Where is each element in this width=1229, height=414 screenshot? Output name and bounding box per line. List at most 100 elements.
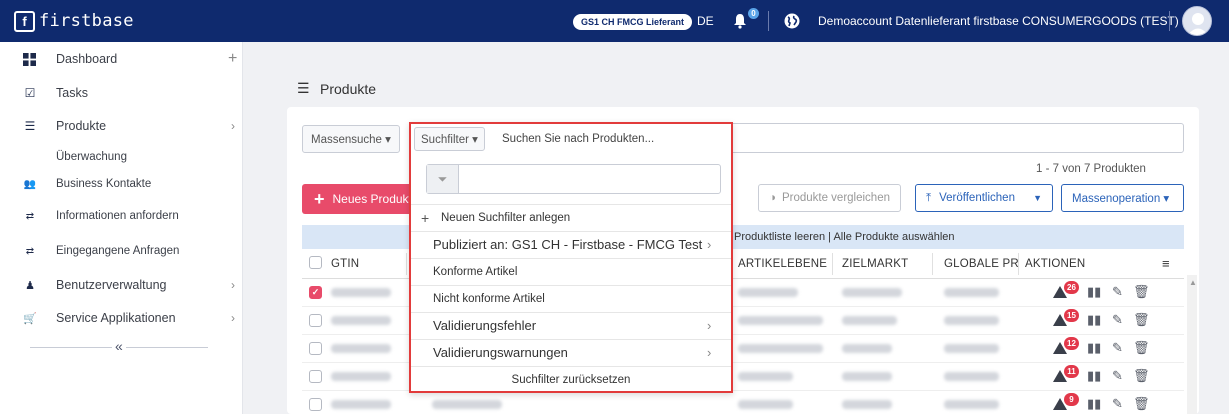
- trash-icon[interactable]: 🗑: [1133, 340, 1150, 356]
- firstbase-logo[interactable]: f firstbase: [14, 10, 134, 32]
- sidebar-item-label: Business Kontakte: [56, 178, 152, 190]
- sidebar-item-label: Tasks: [56, 86, 88, 100]
- sidebar-item-dashboard[interactable]: Dashboard +: [0, 46, 243, 72]
- publish-icon: ⤒: [926, 191, 932, 204]
- role-badge[interactable]: GS1 CH FMCG Lieferant: [573, 14, 693, 30]
- filter-option[interactable]: Publiziert an: GS1 CH - Firstbase - FMCG…: [411, 231, 731, 257]
- sidebar-item-business-kontakte[interactable]: 👥 Business Kontakte: [0, 171, 243, 197]
- redacted-cell: [944, 288, 999, 297]
- new-filter-item[interactable]: + Neuen Suchfilter anlegen: [411, 204, 731, 230]
- sidebar: Dashboard + ☑ Tasks ☰ Produkte › Überwac…: [0, 42, 243, 414]
- publish-label: Veröffentlichen: [939, 192, 1015, 204]
- plus-icon[interactable]: +: [228, 50, 237, 68]
- redacted-cell: [842, 372, 892, 381]
- bulk-actions[interactable]: Produktliste leeren | Alle Produkte ausw…: [734, 231, 955, 243]
- select-all-checkbox[interactable]: [309, 256, 322, 269]
- search-filter-button[interactable]: Suchfilter ▾: [414, 127, 485, 151]
- chevron-right-icon: ›: [707, 237, 712, 252]
- mass-operation-button[interactable]: Massenoperation ▾: [1061, 184, 1184, 212]
- page-title: Produkte: [320, 80, 377, 97]
- chevron-right-icon: ›: [707, 345, 712, 360]
- row-actions: 9 ▮▮ ✎ 🗑: [1047, 393, 1157, 414]
- list-icon: ☰: [297, 80, 310, 96]
- language-switcher[interactable]: DE: [697, 14, 714, 28]
- row-checkbox[interactable]: [309, 342, 322, 355]
- trash-icon[interactable]: 🗑: [1133, 284, 1150, 300]
- filter-option[interactable]: Konforme Artikel: [411, 258, 731, 284]
- sidebar-item-service-applikationen[interactable]: 🛒 Service Applikationen ›: [0, 305, 243, 331]
- notification-badge: 0: [748, 8, 759, 19]
- compare-bars-icon[interactable]: ▮▮: [1087, 284, 1101, 300]
- mass-search-button[interactable]: Massensuche ▾: [302, 125, 400, 153]
- logo-text: firstbase: [39, 11, 134, 31]
- trash-icon[interactable]: 🗑: [1133, 312, 1150, 328]
- row-checkbox[interactable]: ✓: [309, 286, 322, 299]
- account-name[interactable]: Demoaccount Datenlieferant firstbase CON…: [818, 14, 1179, 28]
- compare-bars-icon[interactable]: ▮▮: [1087, 396, 1101, 412]
- sidebar-item-label: Informationen anfordern: [56, 210, 179, 222]
- list-icon: ☰: [24, 119, 36, 133]
- edit-icon[interactable]: ✎: [1112, 368, 1123, 384]
- redacted-cell: [738, 400, 793, 409]
- column-menu-icon[interactable]: ≡: [1162, 256, 1170, 271]
- bell-icon[interactable]: [733, 13, 747, 29]
- edit-icon[interactable]: ✎: [1112, 284, 1123, 300]
- header-aktionen: AKTIONEN: [1025, 258, 1086, 270]
- logo-mark-icon: f: [14, 10, 35, 32]
- warning-count-badge: 12: [1064, 337, 1079, 350]
- warning-count-badge: 15: [1064, 309, 1079, 322]
- request-icon: ⇄: [25, 210, 35, 222]
- filter-option[interactable]: Validierungsfehler ›: [411, 312, 731, 338]
- row-checkbox[interactable]: [309, 314, 322, 327]
- filter-option-label: Konforme Artikel: [433, 265, 518, 278]
- warning-count-badge: 9: [1064, 393, 1079, 406]
- sidebar-item-produkte[interactable]: ☰ Produkte ›: [0, 113, 243, 139]
- table-scrollbar[interactable]: [1187, 275, 1197, 414]
- avatar[interactable]: [1182, 6, 1212, 36]
- sidebar-item-label: Eingegangene Anfragen: [56, 245, 180, 257]
- trash-icon[interactable]: 🗑: [1133, 396, 1150, 412]
- sidebar-item-tasks[interactable]: ☑ Tasks: [0, 80, 243, 106]
- dashboard-grid-icon: [23, 52, 36, 66]
- redacted-cell: [944, 372, 999, 381]
- filter-option[interactable]: Validierungswarnungen ›: [411, 339, 731, 365]
- reset-filter-item[interactable]: Suchfilter zurücksetzen: [411, 366, 731, 392]
- compare-bars-icon[interactable]: ▮▮: [1087, 340, 1101, 356]
- new-product-button[interactable]: + Neues Produkt: [302, 184, 414, 214]
- row-checkbox[interactable]: [309, 398, 322, 411]
- edit-icon[interactable]: ✎: [1112, 396, 1123, 412]
- sidebar-item-ueberwachung[interactable]: Überwachung: [0, 144, 243, 170]
- row-checkbox[interactable]: [309, 370, 322, 383]
- redacted-cell: [842, 288, 902, 297]
- redacted-cell: [944, 344, 999, 353]
- scroll-up-icon[interactable]: ▲: [1189, 278, 1197, 287]
- row-actions: 12 ▮▮ ✎ 🗑: [1047, 337, 1157, 358]
- filter-option[interactable]: Nicht konforme Artikel: [411, 285, 731, 311]
- edit-icon[interactable]: ✎: [1112, 312, 1123, 328]
- edit-icon[interactable]: ✎: [1112, 340, 1123, 356]
- sidebar-item-benutzerverwaltung[interactable]: ♟ Benutzerverwaltung ›: [0, 272, 243, 298]
- filter-search-input[interactable]: ⏷: [426, 164, 721, 194]
- compare-products-button[interactable]: ◑ Produkte vergleichen: [758, 184, 901, 212]
- search-filter-dropdown: ⏷ + Neuen Suchfilter anlegen Publiziert …: [409, 122, 733, 393]
- header-artikelebene[interactable]: ARTIKELEBENE: [738, 258, 827, 270]
- result-count: 1 - 7 von 7 Produkten: [1036, 163, 1146, 175]
- sidebar-item-eingegangene-anfragen[interactable]: ⇄ Eingegangene Anfragen: [0, 238, 243, 264]
- warning-count-badge: 26: [1064, 281, 1079, 294]
- header-globale[interactable]: GLOBALE PR: [944, 258, 1019, 270]
- trash-icon[interactable]: 🗑: [1133, 368, 1150, 384]
- redacted-cell: [738, 344, 823, 353]
- compare-bars-icon[interactable]: ▮▮: [1087, 312, 1101, 328]
- header-gtin[interactable]: GTIN: [331, 258, 359, 270]
- publish-button[interactable]: ⤒ Veröffentlichen ▼: [915, 184, 1053, 212]
- filter-icon: ⏷: [427, 165, 459, 193]
- globe-icon[interactable]: [784, 13, 800, 29]
- header-zielmarkt[interactable]: ZIELMARKT: [842, 258, 908, 270]
- redacted-cell: [842, 400, 892, 409]
- redacted-cell: [944, 316, 999, 325]
- sidebar-item-informationen-anfordern[interactable]: ⇄ Informationen anfordern: [0, 203, 243, 229]
- collapse-sidebar-icon[interactable]: «: [112, 338, 126, 354]
- user-avatar-icon: [1187, 13, 1209, 35]
- table-row[interactable]: 9 ▮▮ ✎ 🗑: [302, 391, 1184, 414]
- compare-bars-icon[interactable]: ▮▮: [1087, 368, 1101, 384]
